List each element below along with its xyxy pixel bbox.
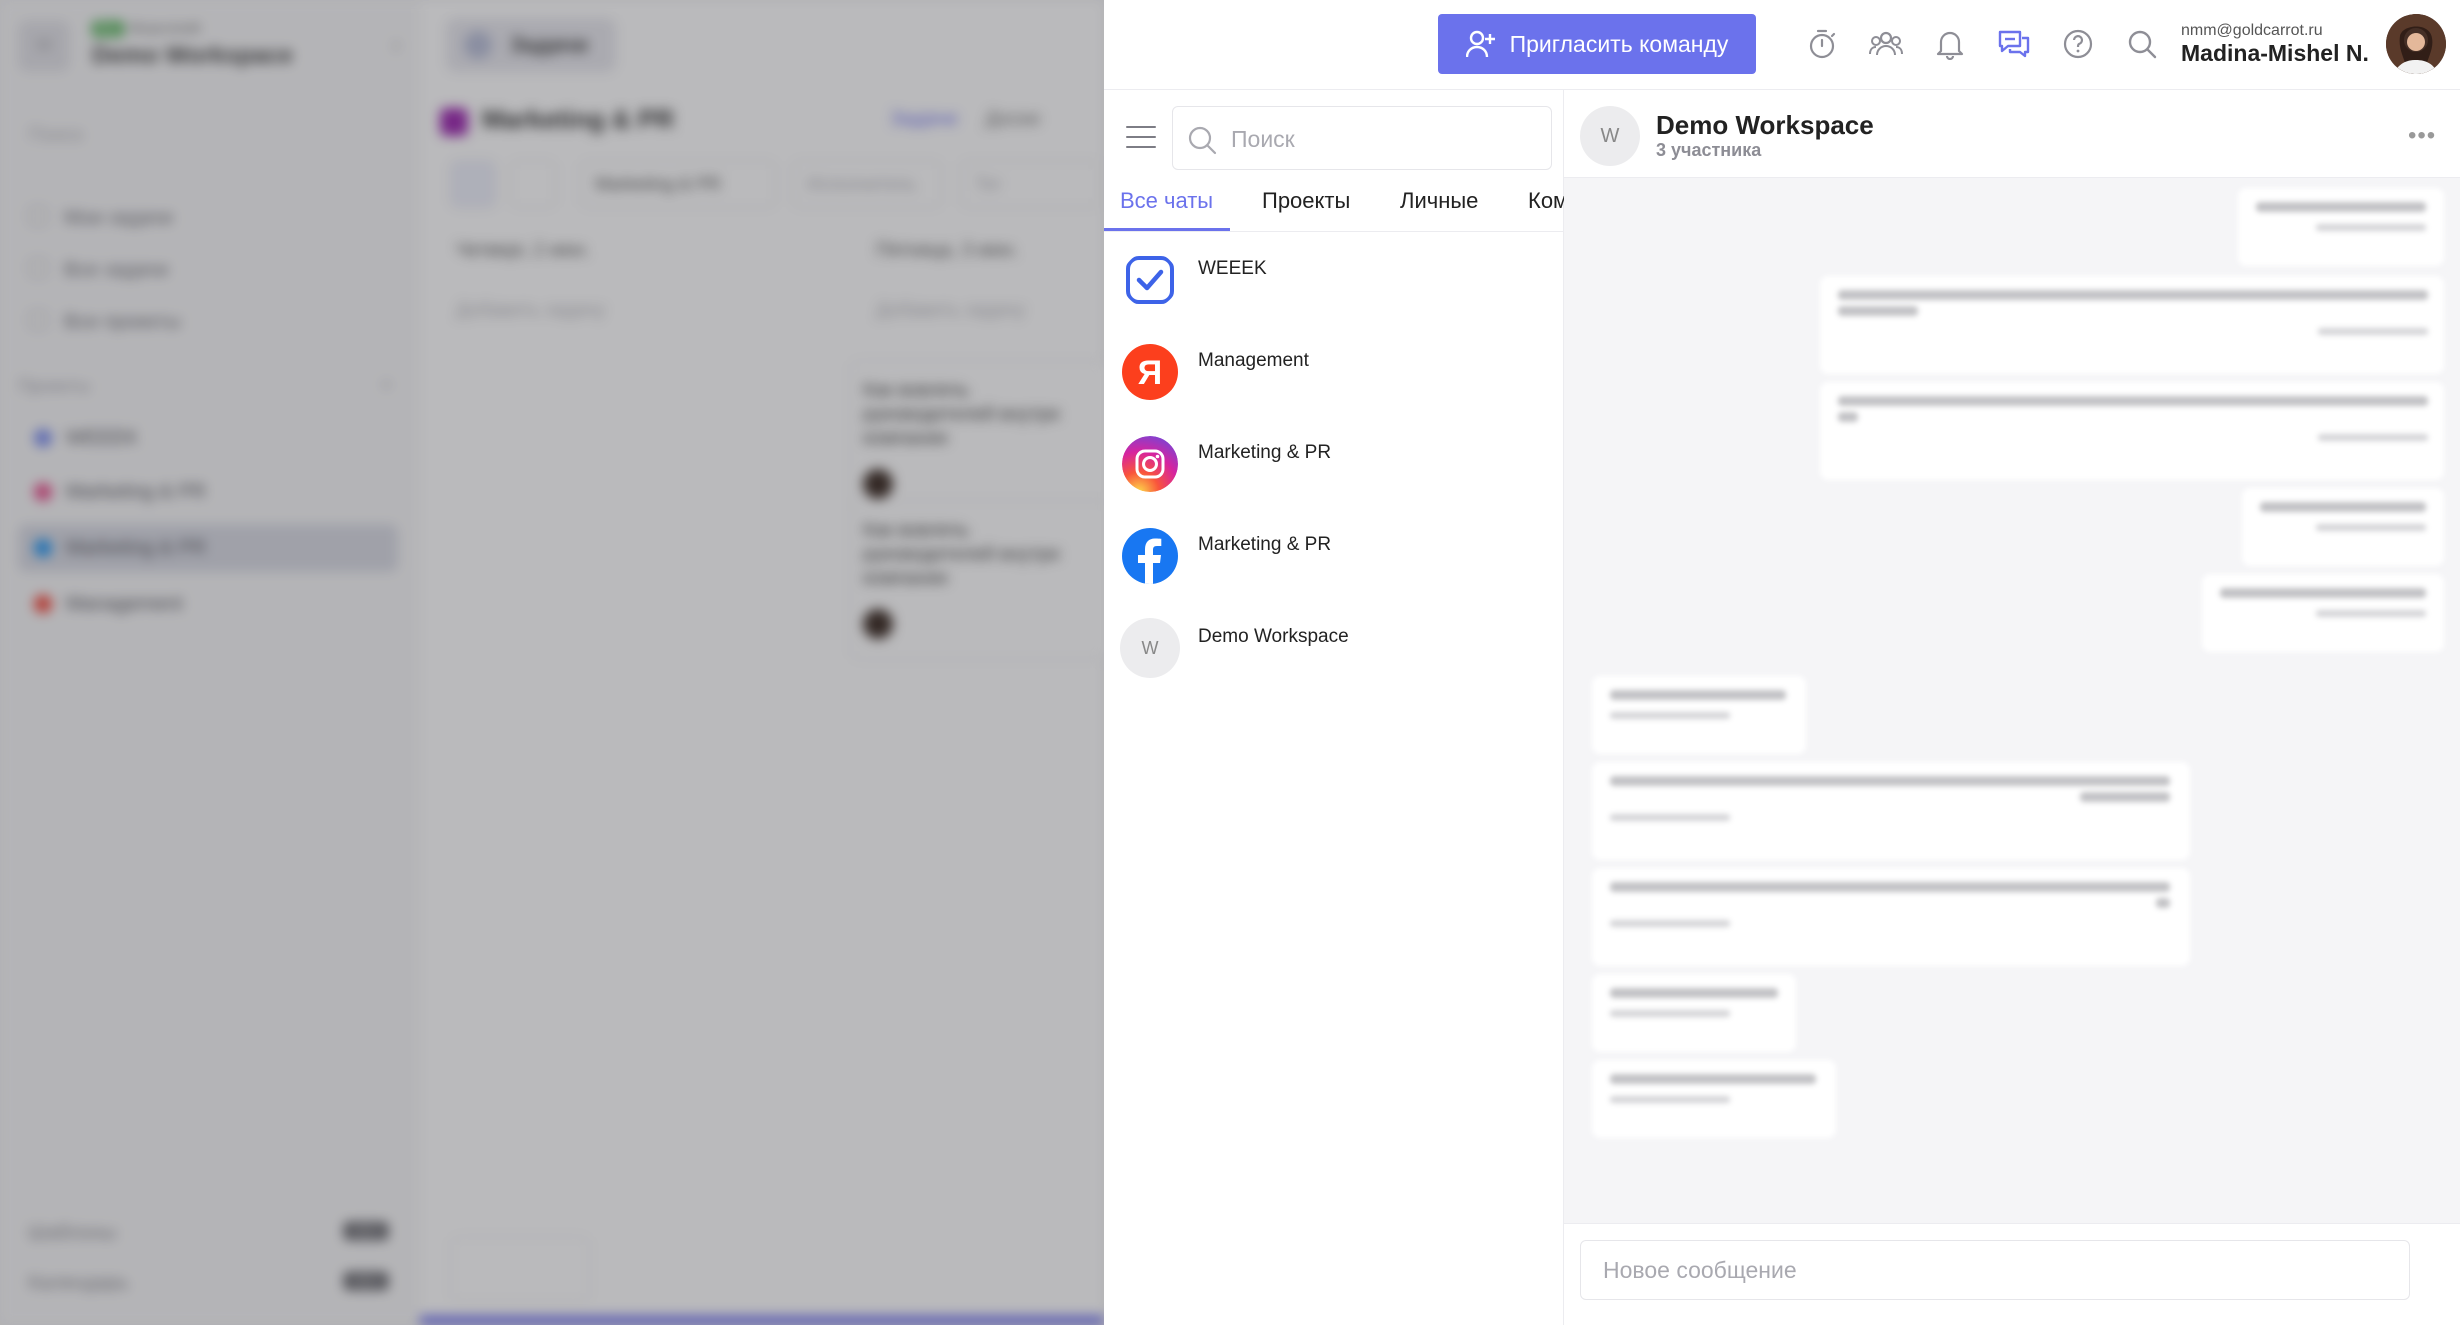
- instagram-icon: [1122, 436, 1178, 492]
- hamburger-menu-icon[interactable]: [1126, 126, 1156, 150]
- more-options-icon[interactable]: •••: [2408, 122, 2436, 150]
- svg-text:Я: Я: [1138, 354, 1162, 392]
- message-bubble-incoming: [1592, 676, 1806, 754]
- chat-item-name: Demo Workspace: [1198, 626, 1349, 647]
- message-area: [1564, 178, 2460, 1223]
- tab-projects[interactable]: Проекты: [1262, 186, 1350, 231]
- search-icon: [1188, 126, 1217, 155]
- chat-tabs: Все чаты Проекты Личные Ком: [1104, 186, 1564, 232]
- top-bar: Пригласить команду nmm@goldcarrot.ru Mad…: [1104, 0, 2460, 90]
- active-tab-indicator: [1104, 228, 1230, 231]
- team-icon[interactable]: [1868, 26, 1904, 62]
- weeek-check-icon: [1122, 252, 1178, 308]
- user-avatar[interactable]: [2386, 14, 2446, 74]
- chat-item-name: Marketing & PR: [1198, 442, 1332, 463]
- chat-item-name: Marketing & PR: [1198, 534, 1332, 555]
- message-bubble-incoming: [1592, 868, 2190, 966]
- message-bubble-incoming: [1592, 762, 2190, 860]
- modal-overlay[interactable]: [0, 0, 1104, 1325]
- conversation-header: W Demo Workspace 3 участника •••: [1564, 90, 2460, 178]
- invite-team-label: Пригласить команду: [1509, 30, 1729, 57]
- new-message-input[interactable]: [1580, 1240, 2410, 1300]
- tab-commands[interactable]: Ком: [1528, 186, 1564, 231]
- facebook-icon: [1122, 528, 1178, 584]
- message-bubble-outgoing: [1820, 276, 2444, 374]
- conversation-members[interactable]: 3 участника: [1656, 140, 1761, 161]
- tab-personal[interactable]: Личные: [1400, 186, 1478, 231]
- chat-list-panel: Все чаты Проекты Личные Ком WEEEK Я Mana…: [1104, 90, 1564, 1325]
- chat-item-demo-workspace[interactable]: W Demo Workspace: [1104, 612, 1564, 704]
- timer-icon[interactable]: [1804, 26, 1840, 62]
- yandex-icon: Я: [1122, 344, 1178, 400]
- help-icon[interactable]: [2060, 26, 2096, 62]
- message-bubble-outgoing: [1820, 382, 2444, 480]
- chat-item-marketing-facebook[interactable]: Marketing & PR: [1104, 520, 1564, 612]
- conversation-title: Demo Workspace: [1656, 110, 1874, 140]
- tab-all-chats[interactable]: Все чаты: [1120, 186, 1213, 231]
- bell-icon[interactable]: [1932, 26, 1968, 62]
- chat-item-management[interactable]: Я Management: [1104, 336, 1564, 428]
- invite-team-button[interactable]: Пригласить команду: [1438, 14, 1756, 74]
- user-name[interactable]: Madina-Mishel N.: [2181, 40, 2369, 67]
- message-bubble-outgoing: [2202, 574, 2444, 652]
- add-user-icon: [1465, 30, 1495, 58]
- chat-item-weeek[interactable]: WEEEK: [1104, 244, 1564, 336]
- message-bubble-incoming: [1592, 974, 1796, 1052]
- compose-bar: [1564, 1223, 2460, 1325]
- user-email: nmm@goldcarrot.ru: [2181, 22, 2323, 39]
- chat-search-input[interactable]: [1231, 121, 1531, 157]
- workspace-avatar-letter: W: [1141, 637, 1159, 658]
- workspace-avatar-icon: W: [1120, 618, 1180, 678]
- chat-item-name: Management: [1198, 350, 1309, 371]
- message-bubble-incoming: [1592, 1060, 1836, 1138]
- chat-search[interactable]: [1172, 106, 1552, 170]
- conversation-avatar: W: [1580, 106, 1640, 166]
- app-root: W Pro Bizpro/edit Demo Workspace ⇕ Поиск …: [0, 0, 2460, 1325]
- chat-icon[interactable]: [1996, 26, 2032, 62]
- conversation-panel: W Demo Workspace 3 участника •••: [1564, 90, 2460, 1325]
- chat-item-name: WEEEK: [1198, 258, 1267, 279]
- message-bubble-outgoing: [2238, 188, 2444, 266]
- message-bubble-outgoing: [2242, 488, 2444, 566]
- search-icon[interactable]: [2124, 26, 2160, 62]
- chat-item-marketing-instagram[interactable]: Marketing & PR: [1104, 428, 1564, 520]
